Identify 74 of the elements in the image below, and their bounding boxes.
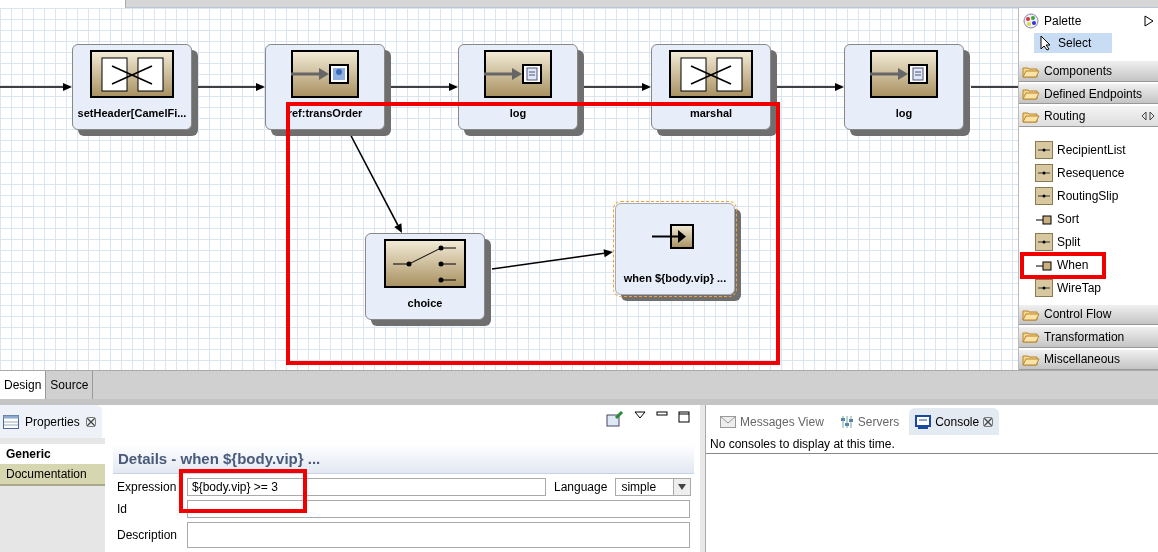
expression-field[interactable]: ${body.vip} >= 3	[187, 478, 546, 496]
view-tab[interactable]: Messages View	[714, 408, 830, 435]
palette-item[interactable]: When	[1035, 255, 1158, 274]
palette-title: Palette	[1044, 13, 1083, 28]
folder-icon	[1022, 64, 1040, 78]
language-select[interactable]: simple	[615, 478, 692, 496]
section-tab[interactable]: Documentation	[0, 464, 105, 486]
field-label: Id	[117, 502, 128, 516]
node-label: ref:transOrder	[287, 107, 363, 119]
node-label: when ${body.vip} ...	[623, 272, 727, 284]
folder-icon	[1022, 330, 1040, 344]
field-label: Language	[554, 480, 608, 494]
editor-tab[interactable]: Design	[0, 371, 47, 399]
palette-drawer[interactable]: Transformation	[1019, 327, 1158, 348]
palette-drawer[interactable]: Components	[1019, 61, 1158, 82]
node-label: marshal	[689, 107, 733, 119]
arrow-figure-icon	[291, 50, 359, 98]
id-field[interactable]	[187, 500, 690, 518]
palette-icon	[1023, 12, 1039, 29]
minimize-icon[interactable]	[656, 411, 668, 419]
double-arrow-icon[interactable]	[1141, 111, 1155, 122]
tile-icon	[1035, 186, 1053, 205]
crossed-boxes-icon	[90, 50, 174, 98]
caret-icon	[677, 483, 688, 491]
arrow-box-icon	[652, 224, 694, 249]
switch-icon	[384, 239, 466, 288]
node-label: choice	[407, 297, 443, 309]
folder-icon	[1022, 109, 1040, 123]
folder-icon	[1022, 352, 1040, 366]
field-label: Description	[117, 528, 179, 542]
dropdown-icon[interactable]	[634, 411, 646, 419]
connector-arrow	[0, 83, 72, 91]
section-tab[interactable]: Generic	[0, 444, 105, 464]
field-label: Expression	[117, 480, 178, 494]
expand-triangle-icon[interactable]	[1144, 14, 1154, 27]
monitor-icon	[915, 414, 932, 429]
tile-icon	[1035, 278, 1053, 297]
envelope-icon	[720, 415, 736, 428]
sliders-icon	[839, 414, 854, 429]
palette-drawer[interactable]: Routing	[1019, 106, 1158, 127]
tile-icon	[1035, 232, 1053, 251]
view-tab[interactable]: Console	[909, 408, 1000, 435]
palette-drawer[interactable]: Miscellaneous	[1019, 349, 1158, 370]
palette-item[interactable]: Split	[1035, 232, 1158, 251]
node-label: log	[895, 107, 913, 119]
pin-icon[interactable]	[606, 411, 624, 427]
folder-icon	[1022, 87, 1040, 101]
palette-drawer[interactable]: Control Flow	[1019, 304, 1158, 326]
properties-tab[interactable]: Properties	[0, 405, 102, 438]
palette-item[interactable]: WireTap	[1035, 278, 1158, 297]
console-message: No consoles to display at this time.	[706, 435, 1158, 454]
pointer-icon	[1040, 35, 1052, 52]
node-label: setHeader[CamelFi...	[77, 107, 187, 119]
node-label: log	[509, 107, 527, 119]
close-icon[interactable]	[983, 416, 994, 427]
details-title: Details - when ${body.vip} ...	[113, 444, 694, 474]
view-tab[interactable]: Servers	[833, 408, 906, 435]
folder-icon	[1022, 307, 1040, 321]
arrow-document-icon	[484, 50, 552, 98]
palette-item[interactable]: RecipientList	[1035, 140, 1158, 159]
tile-icon	[1035, 163, 1053, 182]
palette-item[interactable]: Sort	[1035, 209, 1158, 228]
close-icon[interactable]	[85, 416, 96, 427]
palette-drawer[interactable]: Defined Endpoints	[1019, 83, 1158, 105]
tile-icon	[1035, 140, 1053, 159]
editor-tab[interactable]: Source	[46, 371, 94, 399]
description-field[interactable]	[187, 522, 690, 548]
palette-item[interactable]: Resequence	[1035, 163, 1158, 182]
palette-item[interactable]: RoutingSlip	[1035, 186, 1158, 205]
arrow-document-icon	[870, 50, 938, 98]
crossed-boxes-icon	[669, 50, 753, 98]
table-icon	[3, 414, 19, 429]
maximize-icon[interactable]	[678, 411, 690, 423]
select-tool[interactable]: Select	[1034, 33, 1112, 54]
